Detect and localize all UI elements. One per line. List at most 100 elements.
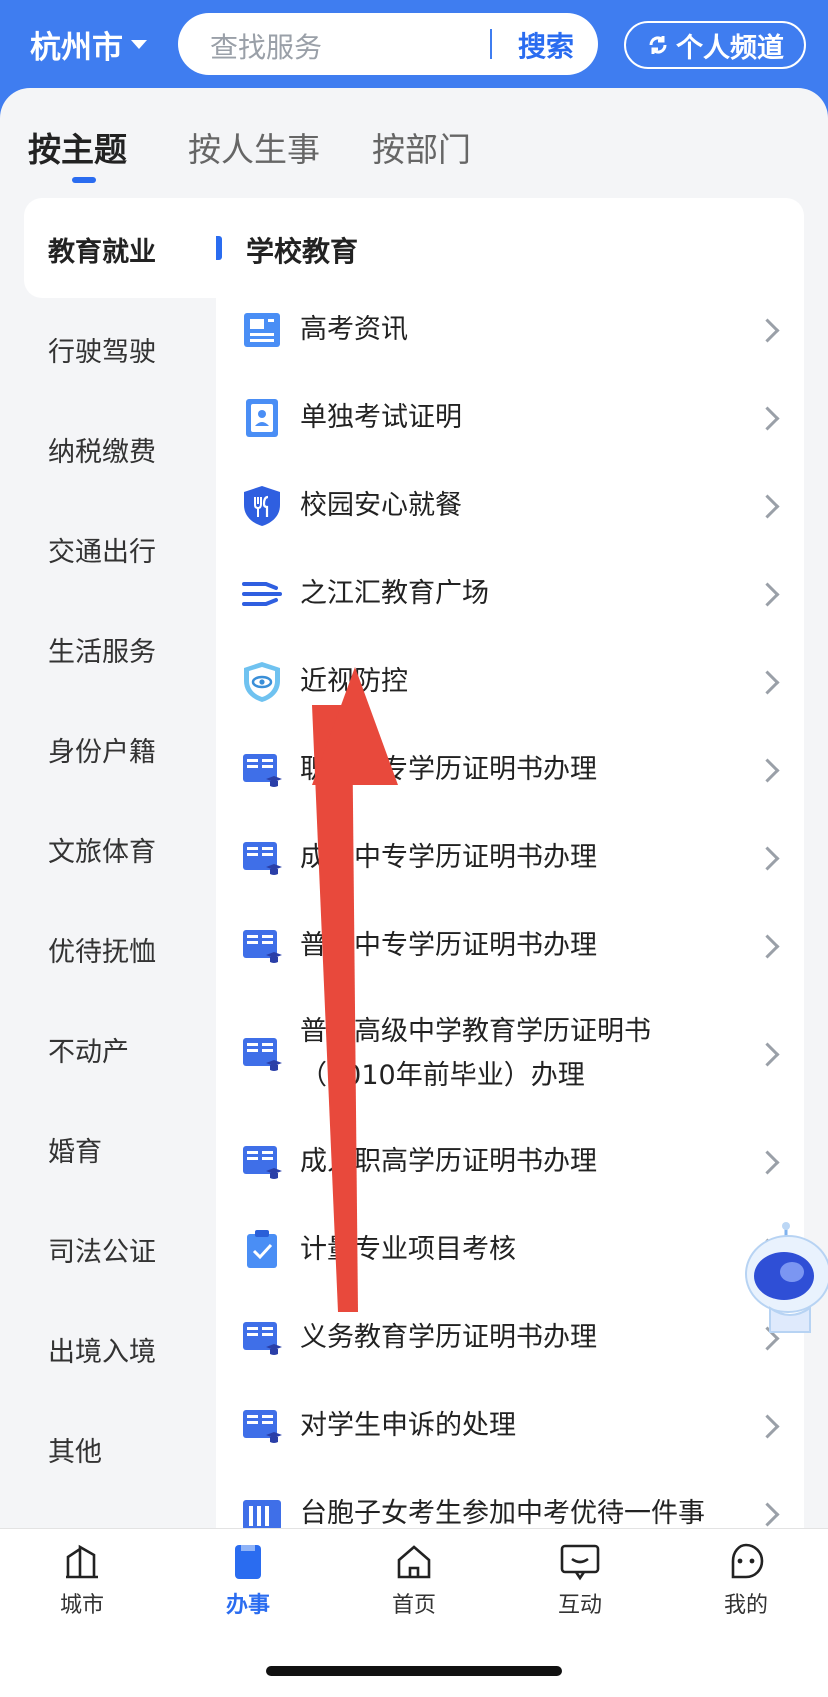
service-item[interactable]: 单独考试证明 xyxy=(216,374,804,462)
section-marker xyxy=(216,236,222,260)
city-selector[interactable]: 杭州市 xyxy=(30,22,147,67)
assistant-robot-icon[interactable] xyxy=(740,1222,828,1342)
sidebar-item[interactable]: 身份户籍 xyxy=(0,698,216,798)
channel-label: 个人频道 xyxy=(676,32,784,64)
home-indicator[interactable] xyxy=(266,1666,562,1676)
chevron-right-icon xyxy=(755,1150,780,1175)
service-item-label: 之江汇教育广场 xyxy=(300,578,489,609)
chat-icon xyxy=(560,1544,600,1581)
nav-service[interactable]: 办事 xyxy=(193,1543,303,1619)
service-item[interactable]: 近视防控 xyxy=(216,638,804,726)
wave-lines-icon xyxy=(242,582,282,606)
sidebar-item-label: 身份户籍 xyxy=(48,737,156,768)
nav-interact[interactable]: 互动 xyxy=(525,1543,635,1619)
search-input[interactable]: 查找服务 xyxy=(210,26,322,66)
sidebar-item-label: 交通出行 xyxy=(48,537,156,568)
tab-by-theme[interactable]: 按主题 xyxy=(28,123,127,171)
book-grad-icon xyxy=(243,1410,282,1443)
book-grad-icon xyxy=(243,930,282,963)
sidebar-item-label: 生活服务 xyxy=(48,637,156,668)
service-item-label: 对学生申诉的处理 xyxy=(300,1410,516,1441)
service-item[interactable]: 普通中专学历证明书办理 xyxy=(216,902,804,990)
sidebar-item-label: 婚育 xyxy=(48,1137,102,1168)
service-item-label: 台胞子女考生参加中考优待一件事 xyxy=(300,1498,705,1528)
sidebar-item[interactable]: 优待抚恤 xyxy=(0,898,216,998)
shield-cutlery-icon xyxy=(244,486,280,526)
service-item-label: 校园安心就餐 xyxy=(300,490,462,521)
chevron-right-icon xyxy=(755,1502,780,1527)
sidebar-item[interactable]: 生活服务 xyxy=(0,598,216,698)
search-button[interactable]: 搜索 xyxy=(518,25,574,65)
chevron-right-icon xyxy=(755,846,780,871)
home-icon xyxy=(397,1545,431,1579)
sidebar-item-label: 优待抚恤 xyxy=(48,937,156,968)
sidebar-item[interactable]: 不动产 xyxy=(0,998,216,1098)
sidebar-item[interactable]: 司法公证 xyxy=(0,1198,216,1298)
service-item-label: 职业中专学历证明书办理 xyxy=(300,754,597,785)
refresh-icon xyxy=(649,36,667,54)
book-grad-icon xyxy=(243,754,282,787)
clipboard-check-icon xyxy=(247,1230,277,1268)
service-item-label: 计量专业项目考核 xyxy=(300,1234,516,1265)
service-item-label: 单独考试证明 xyxy=(300,402,462,433)
service-icon xyxy=(235,1545,261,1579)
section-title: 学校教育 xyxy=(246,235,359,268)
caret-down-icon xyxy=(131,40,147,49)
top-bar: 杭州市 查找服务 搜索 个人频道 xyxy=(0,0,828,95)
nav-city[interactable]: 城市 xyxy=(27,1543,137,1619)
search-divider xyxy=(490,29,492,59)
sidebar-item-label: 行驶驾驶 xyxy=(48,337,156,368)
section-header: 学校教育 xyxy=(216,198,804,298)
service-item[interactable]: 职业中专学历证明书办理 xyxy=(216,726,804,814)
service-item[interactable]: 义务教育学历证明书办理 xyxy=(216,1294,804,1382)
book-grad-icon xyxy=(243,1146,282,1179)
nav-profile[interactable]: 我的 xyxy=(691,1543,801,1619)
sidebar-item-label: 出境入境 xyxy=(48,1337,156,1368)
sidebar-item[interactable]: 文旅体育 xyxy=(0,798,216,898)
service-item[interactable]: 对学生申诉的处理 xyxy=(216,1382,804,1470)
service-item-label: 成人职高学历证明书办理 xyxy=(300,1146,597,1177)
id-card-icon xyxy=(246,399,278,437)
book-grad-icon xyxy=(243,1038,282,1071)
service-item[interactable]: 之江汇教育广场 xyxy=(216,550,804,638)
nav-home[interactable]: 首页 xyxy=(359,1543,469,1619)
sidebar-item-label: 文旅体育 xyxy=(48,837,156,868)
service-item[interactable]: 普通高级中学教育学历证明书（2010年前毕业）办理 xyxy=(216,990,804,1118)
sidebar-item[interactable]: 婚育 xyxy=(0,1098,216,1198)
service-item[interactable]: 校园安心就餐 xyxy=(216,462,804,550)
chevron-right-icon xyxy=(755,494,780,519)
service-item[interactable]: 台胞子女考生参加中考优待一件事 xyxy=(216,1470,804,1528)
service-item[interactable]: 成人中专学历证明书办理 xyxy=(216,814,804,902)
service-item[interactable]: 计量专业项目考核 xyxy=(216,1206,804,1294)
search-bar[interactable]: 查找服务 搜索 xyxy=(178,13,598,75)
sidebar-item[interactable]: 纳税缴费 xyxy=(0,398,216,498)
profile-icon xyxy=(731,1543,764,1579)
newspaper-icon xyxy=(244,313,280,347)
sidebar-item[interactable]: 其他 xyxy=(0,1398,216,1498)
sidebar-item-label: 教育就业 xyxy=(48,237,156,268)
sidebar-item[interactable]: 行驶驾驶 xyxy=(0,298,216,398)
book-grad-icon xyxy=(243,1322,282,1355)
service-item[interactable]: 成人职高学历证明书办理 xyxy=(216,1118,804,1206)
service-item-label: 普通高级中学教育学历证明书（2010年前毕业）办理 xyxy=(300,1016,651,1091)
sidebar-item-label: 其他 xyxy=(48,1437,102,1468)
chevron-right-icon xyxy=(755,758,780,783)
city-label: 杭州市 xyxy=(30,30,123,66)
service-item-label: 高考资讯 xyxy=(300,314,408,345)
chevron-right-icon xyxy=(755,318,780,343)
nav-label: 我的 xyxy=(723,1593,768,1618)
personal-channel-button[interactable]: 个人频道 xyxy=(624,21,806,69)
nav-label: 城市 xyxy=(59,1593,104,1618)
service-item-label: 近视防控 xyxy=(300,666,408,697)
sidebar-item[interactable]: 出境入境 xyxy=(0,1298,216,1398)
service-item[interactable]: 高考资讯 xyxy=(216,286,804,374)
sidebar-item-label: 不动产 xyxy=(48,1037,129,1068)
nav-label: 办事 xyxy=(225,1593,270,1618)
sidebar-item[interactable]: 交通出行 xyxy=(0,498,216,598)
tab-by-life-event[interactable]: 按人生事 xyxy=(188,123,320,171)
tab-by-department[interactable]: 按部门 xyxy=(372,123,471,171)
book-icon xyxy=(243,1500,281,1528)
tab-indicator xyxy=(72,177,96,183)
sidebar-item[interactable]: 教育就业 xyxy=(24,198,216,298)
chevron-right-icon xyxy=(755,1414,780,1439)
